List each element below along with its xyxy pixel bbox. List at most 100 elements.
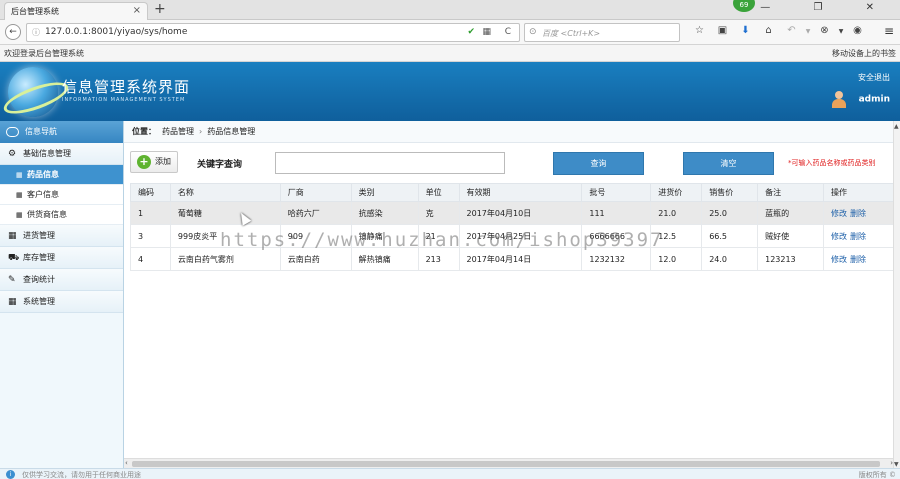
edit-link[interactable]: 修改 [831,232,847,241]
chat-icon[interactable]: ◉ [846,25,869,36]
cell-manufacturer: 哈药六厂 [279,201,352,225]
table-header-row: 编码 名称 厂商 类别 单位 有效期 批号 进货价 销售价 备注 操作 [130,183,894,202]
col-header-manufacturer: 厂商 [279,183,352,202]
menu-icon[interactable]: ≡ [884,24,894,38]
home-icon[interactable]: ⌂ [757,25,780,36]
sidebar-group-label: 库存管理 [23,253,55,262]
toolbar: + 添加 关键字查询 查询 清空 *可输入药品名称或药品类别 [124,143,894,181]
reload-icon[interactable]: C [505,27,511,37]
sidebar-header-label: 信息导航 [25,127,57,136]
reading-list-icon[interactable]: ▣ [711,25,734,36]
footer-text: 仅供学习交流，请勿用于任何商业用途 [22,471,141,479]
crop-icon[interactable]: ⊗ [813,25,836,36]
col-header-code: 编码 [130,183,171,202]
app-window: 后台管理系统 × + 69 — ❐ ✕ ← ⓘ 127.0.0.1:8001/y… [0,0,900,479]
username: admin [858,94,890,105]
breadcrumb-item[interactable]: 药品信息管理 [207,127,255,136]
query-button[interactable]: 查询 [553,152,644,175]
shield-icon[interactable]: ✔ [467,27,475,37]
address-bar[interactable]: ⓘ 127.0.0.1:8001/yiyao/sys/home ✔ ▦ C [26,23,520,42]
sidebar-item-drug-info[interactable]: ▦ 药品信息 [0,165,123,185]
crop-dropdown-icon[interactable]: ▼ [836,28,846,35]
calendar-icon: ▦ [8,231,17,241]
grid-icon: ▦ [16,171,23,179]
scroll-up-icon[interactable]: ▲ [894,123,899,130]
breadcrumb: 位置： 药品管理 › 药品信息管理 [124,121,894,143]
col-header-actions: 操作 [823,183,894,202]
browser-tab[interactable]: 后台管理系统 × [4,2,148,20]
cell-expiry: 2017年04月10日 [458,201,583,225]
scroll-left-icon[interactable]: ‹ [125,459,128,467]
browser-nav-bar: ← ⓘ 127.0.0.1:8001/yiyao/sys/home ✔ ▦ C … [0,20,900,45]
col-header-name: 名称 [169,183,281,202]
back-button[interactable]: ← [5,24,21,40]
edit-link[interactable]: 修改 [831,209,847,218]
bookmark-item[interactable]: 欢迎登录后台管理系统 [4,48,84,59]
info-icon[interactable]: ⓘ [32,27,40,38]
sidebar-item-customer-info[interactable]: ▦ 客户信息 [0,185,123,205]
cell-remark: 123213 [757,247,825,271]
sidebar-item-label: 供货商信息 [27,210,67,219]
edit-icon: ✎ [8,275,16,285]
extension-badge[interactable]: 69 [733,0,755,12]
sidebar-group-inventory[interactable]: ⛟ 库存管理 [0,247,123,269]
clear-button[interactable]: 清空 [683,152,774,175]
sidebar-item-label: 客户信息 [27,190,59,199]
sidebar-group-purchase[interactable]: ▦ 进货管理 [0,225,123,247]
sidebar-group-label: 查询统计 [23,275,55,284]
app-header: 信息管理系统界面 INFORMATION MANAGEMENT SYSTEM 安… [0,62,900,121]
scroll-down-icon[interactable]: ▼ [894,461,899,468]
undo-dropdown-icon[interactable]: ▼ [803,28,813,35]
qr-code-icon[interactable]: ▦ [482,27,491,37]
col-header-sale-price: 销售价 [701,183,759,202]
keyword-label: 关键字查询 [197,160,243,170]
cloud-icon [6,126,19,137]
search-box[interactable]: ⊙ 百度 <Ctrl+K> [524,23,680,42]
vertical-scrollbar[interactable]: ▲ ▼ [893,121,900,470]
cell-remark: 蓝瓶的 [757,201,825,225]
grid-icon: ▦ [16,191,23,199]
delete-link[interactable]: 删除 [850,255,866,264]
undo-icon[interactable]: ↶ [780,25,803,36]
info-icon: i [6,470,15,479]
cell-code: 4 [130,247,171,271]
cell-sale-price: 25.0 [701,201,759,225]
add-button[interactable]: + 添加 [130,151,178,173]
sidebar-group-statistics[interactable]: ✎ 查询统计 [0,269,123,291]
edit-link[interactable]: 修改 [831,255,847,264]
new-tab-button[interactable]: + [154,1,166,17]
drug-table: 编码 名称 厂商 类别 单位 有效期 批号 进货价 销售价 备注 操作 1 葡萄… [130,183,894,271]
logout-link[interactable]: 安全退出 [858,72,890,83]
search-placeholder[interactable]: 百度 <Ctrl+K> [542,28,600,39]
col-header-category: 类别 [350,183,419,202]
breadcrumb-item[interactable]: 药品管理 [162,127,194,136]
sidebar-group-system[interactable]: ▦ 系统管理 [0,291,123,313]
sidebar-item-supplier-info[interactable]: ▦ 供货商信息 [0,205,123,225]
col-header-unit: 单位 [417,183,460,202]
bookmark-star-icon[interactable]: ☆ [688,25,711,36]
browser-tab-bar: 后台管理系统 × + 69 — ❐ ✕ [0,0,900,20]
url-text[interactable]: 127.0.0.1:8001/yiyao/sys/home [45,27,187,37]
download-icon[interactable]: ⬇ [734,25,757,36]
tab-close-icon[interactable]: × [133,5,141,16]
cell-sale-price: 66.5 [701,224,759,248]
window-controls[interactable]: — ❐ ✕ [760,2,894,13]
cell-remark: 贼好使 [757,224,825,248]
col-header-remark: 备注 [757,183,825,202]
cell-code: 3 [130,224,171,248]
col-header-batch: 批号 [581,183,652,202]
tab-title: 后台管理系统 [11,7,59,16]
mobile-bookmarks[interactable]: 移动设备上的书签 [832,48,896,59]
keyword-input[interactable] [275,152,505,174]
scrollbar-thumb[interactable] [132,461,880,467]
cell-actions: 修改 删除 [823,224,894,248]
sidebar-group-label: 进货管理 [23,231,55,240]
sidebar-group-basic-info[interactable]: ⚙ 基础信息管理 [0,143,123,165]
delete-link[interactable]: 删除 [850,232,866,241]
delete-link[interactable]: 删除 [850,209,866,218]
cell-purchase-price: 21.0 [650,201,703,225]
bookmark-bar: 欢迎登录后台管理系统 移动设备上的书签 [0,45,900,62]
add-button-label: 添加 [155,157,171,166]
horizontal-scrollbar[interactable]: ‹ › [124,458,894,468]
cell-actions: 修改 删除 [823,247,894,271]
